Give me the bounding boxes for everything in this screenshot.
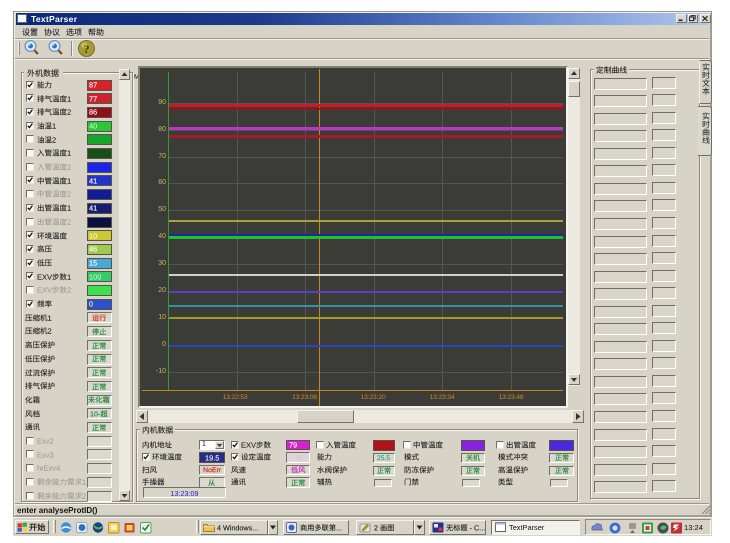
svg-text:?: ? bbox=[84, 42, 90, 56]
